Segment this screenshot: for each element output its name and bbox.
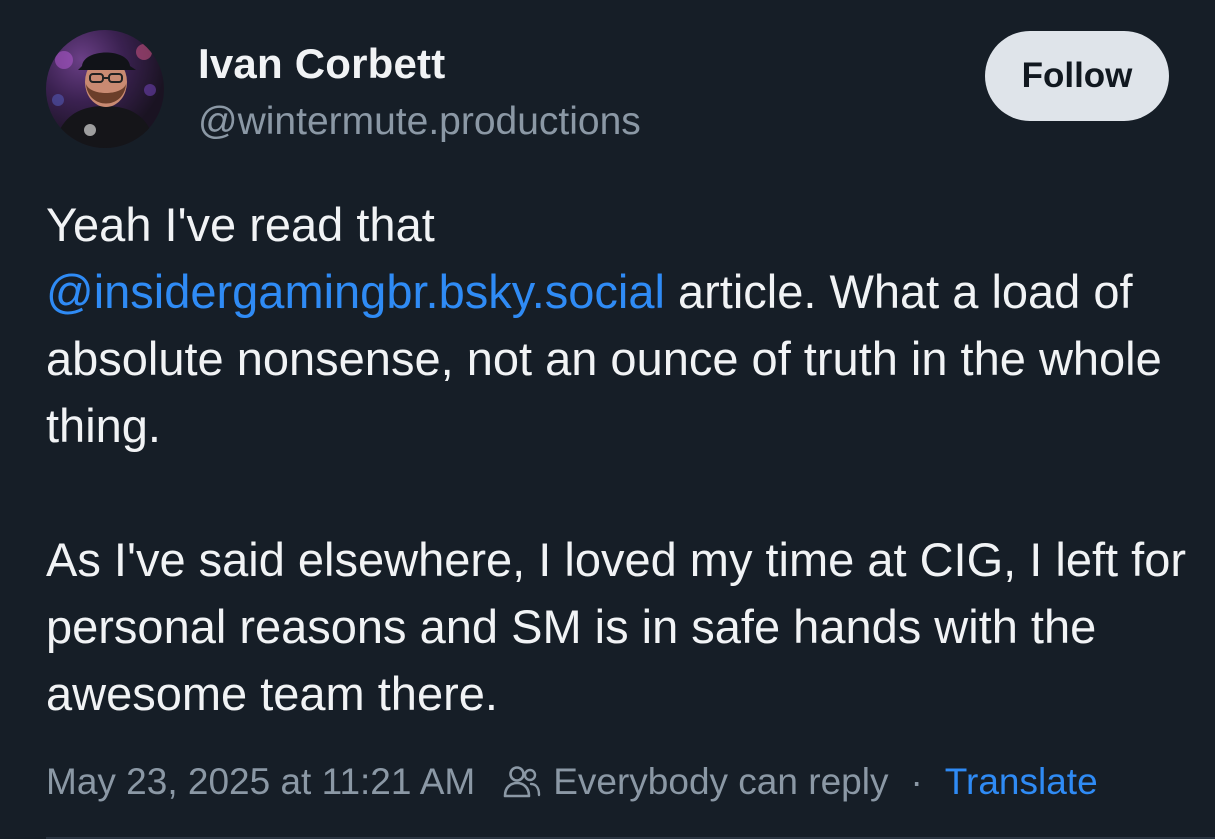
post-paragraph-2: As I've said elsewhere, I loved my time …	[46, 533, 1187, 720]
people-icon	[503, 765, 541, 799]
avatar[interactable]	[46, 30, 164, 148]
post-timestamp[interactable]: May 23, 2025 at 11:21 AM	[46, 761, 475, 803]
post-card: Ivan Corbett @wintermute.productions Fol…	[0, 0, 1215, 839]
post-paragraph-1: Yeah I've read that @insidergamingbr.bsk…	[46, 191, 1186, 459]
translate-link[interactable]: Translate	[945, 761, 1098, 803]
post-text-line-1: Yeah I've read that	[46, 198, 435, 251]
post-body: Yeah I've read that @insidergamingbr.bsk…	[46, 191, 1186, 727]
mention-link[interactable]: @insidergamingbr.bsky.social	[46, 265, 665, 318]
reply-setting[interactable]: Everybody can reply	[553, 761, 888, 803]
author-name[interactable]: Ivan Corbett	[198, 40, 445, 88]
author-handle[interactable]: @wintermute.productions	[198, 100, 641, 144]
follow-button[interactable]: Follow	[985, 31, 1169, 121]
post-footer: May 23, 2025 at 11:21 AM Everybody can r…	[46, 757, 1098, 807]
avatar-image	[52, 44, 156, 148]
footer-separator: ·	[910, 761, 923, 802]
